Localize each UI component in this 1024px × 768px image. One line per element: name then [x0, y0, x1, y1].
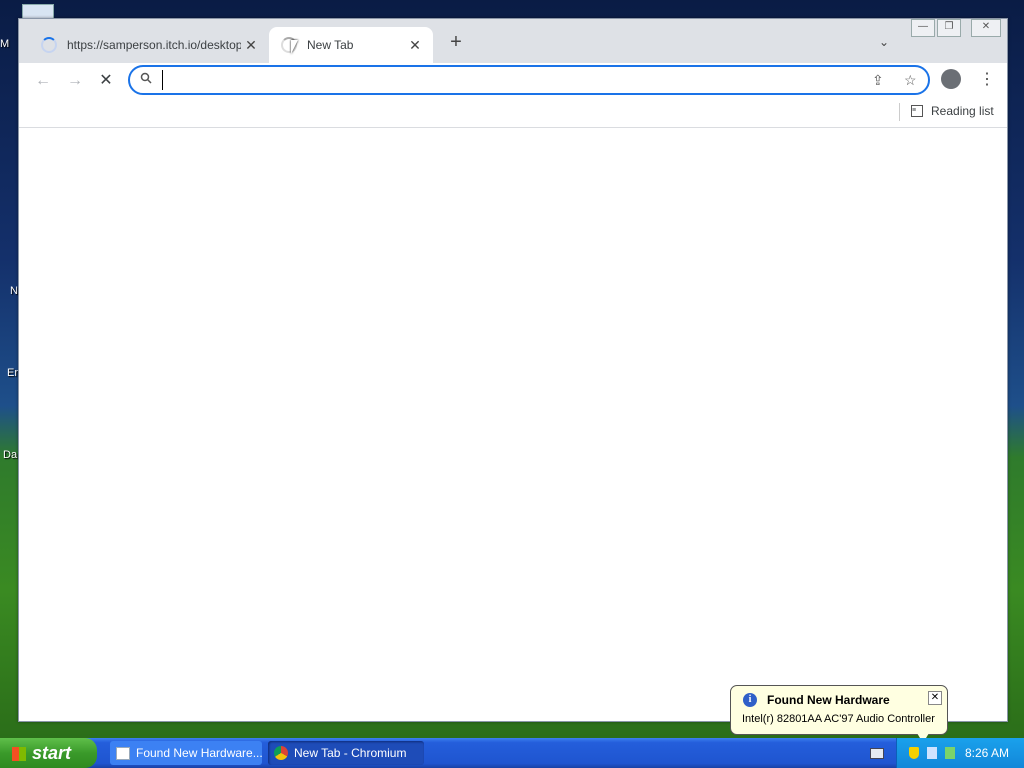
- search-icon: [140, 72, 152, 87]
- desktop-icon-label[interactable]: Er: [7, 367, 18, 379]
- notification-balloon[interactable]: i Found New Hardware Intel(r) 82801AA AC…: [730, 685, 948, 743]
- loading-spinner-icon: [41, 37, 57, 53]
- taskbar-item-label: Found New Hardware...: [136, 746, 262, 760]
- reading-list-icon: ≡: [911, 105, 923, 117]
- window-icon: [116, 747, 130, 760]
- menu-icon[interactable]: ⋮: [979, 69, 995, 89]
- balloon-close-icon[interactable]: ✕: [928, 691, 942, 705]
- tab-itch[interactable]: https://samperson.itch.io/desktop-goose …: [29, 27, 269, 63]
- taskbar: start Found New Hardware... New Tab - Ch…: [0, 738, 1024, 768]
- forward-button[interactable]: →: [65, 71, 85, 91]
- omnibox[interactable]: ⇪ ☆: [128, 65, 930, 95]
- chromium-icon: [274, 746, 288, 760]
- start-label: start: [32, 743, 72, 763]
- tab-close-icon[interactable]: ✕: [241, 37, 261, 54]
- info-icon: i: [743, 693, 757, 707]
- taskbar-item-chromium[interactable]: New Tab - Chromium: [268, 741, 424, 765]
- new-tab-button[interactable]: +: [446, 32, 466, 53]
- profile-avatar-icon[interactable]: [941, 69, 961, 89]
- bookmarks-bar: ≡ Reading list: [19, 99, 1007, 128]
- back-button[interactable]: ←: [33, 71, 53, 91]
- stop-loading-button[interactable]: ✕: [96, 71, 116, 91]
- balloon-title: Found New Hardware: [767, 693, 890, 707]
- windows-flag-icon: [12, 747, 26, 762]
- hardware-icon[interactable]: [945, 747, 955, 759]
- minimize-button[interactable]: —: [911, 19, 935, 37]
- tab-strip: https://samperson.itch.io/desktop-goose …: [19, 19, 1007, 63]
- maximize-button[interactable]: ❐: [937, 19, 961, 37]
- desktop-icon-label[interactable]: N: [10, 285, 18, 297]
- tab-close-icon[interactable]: ✕: [405, 37, 425, 54]
- address-input[interactable]: [162, 70, 847, 90]
- tab-search-chevron-icon[interactable]: ⌄: [879, 35, 889, 49]
- reading-list-button[interactable]: ≡ Reading list: [911, 104, 994, 118]
- mouse-cursor-icon: [291, 40, 298, 54]
- network-icon[interactable]: [927, 747, 937, 759]
- taskbar-item-found-new-hardware[interactable]: Found New Hardware...: [110, 741, 262, 765]
- keyboard-icon[interactable]: [870, 748, 884, 759]
- page-content: [19, 128, 1007, 721]
- bookmarks-separator: [899, 103, 900, 121]
- balloon-text: Intel(r) 82801AA AC'97 Audio Controller: [742, 713, 935, 725]
- tab-title: New Tab: [307, 38, 354, 52]
- browser-window: https://samperson.itch.io/desktop-goose …: [18, 18, 1008, 722]
- system-tray: 8:26 AM: [896, 738, 1024, 768]
- desktop-icon-label[interactable]: M: [0, 38, 9, 50]
- desktop-icon-label[interactable]: Da: [3, 449, 17, 461]
- clock[interactable]: 8:26 AM: [965, 746, 1009, 760]
- bookmark-star-icon[interactable]: ☆: [904, 72, 917, 89]
- tab-title: https://samperson.itch.io/desktop-goose: [67, 38, 241, 52]
- start-button[interactable]: start: [0, 738, 97, 768]
- share-icon[interactable]: ⇪: [872, 72, 884, 89]
- toolbar: ← → ✕ ⇪ ☆ ⋮: [19, 63, 1007, 99]
- close-window-button[interactable]: ✕: [971, 19, 1001, 37]
- reading-list-label: Reading list: [931, 104, 994, 118]
- taskbar-item-label: New Tab - Chromium: [294, 746, 407, 760]
- security-shield-icon[interactable]: [909, 747, 919, 759]
